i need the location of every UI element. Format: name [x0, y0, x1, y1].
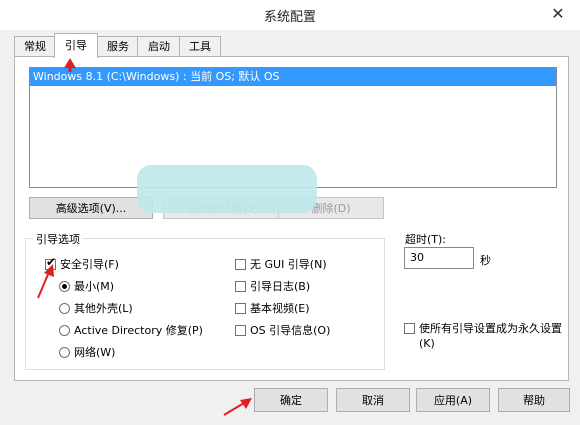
cancel-button[interactable]: 取消 — [336, 388, 410, 412]
no-gui-boot-checkbox[interactable]: 无 GUI 引导(N) — [235, 256, 327, 272]
checkbox-box — [235, 280, 246, 292]
base-video-label: 基本视频(E) — [250, 302, 310, 315]
network-label: 网络(W) — [74, 346, 116, 359]
tab-startup[interactable]: 启动 — [137, 36, 181, 57]
timeout-label: 超时(T): — [405, 233, 447, 246]
tab-label: 常规 — [24, 40, 46, 53]
blur-overlay — [137, 165, 317, 213]
boot-tab-panel: Windows 8.1 (C:\Windows) : 当前 OS; 默认 OS … — [14, 56, 569, 381]
tab-tools[interactable]: 工具 — [179, 36, 221, 57]
tab-label: 服务 — [107, 40, 129, 53]
boot-log-label: 引导日志(B) — [250, 280, 311, 293]
os-boot-info-checkbox[interactable]: OS 引导信息(O) — [235, 322, 330, 338]
os-list-item[interactable]: Windows 8.1 (C:\Windows) : 当前 OS; 默认 OS — [30, 68, 556, 86]
minimal-label: 最小(M) — [74, 280, 115, 293]
timeout-unit: 秒 — [480, 254, 491, 267]
checkbox-box — [404, 323, 415, 334]
checkbox-box — [235, 258, 246, 270]
red-arrow-icon — [223, 398, 252, 416]
radio-circle — [59, 302, 70, 314]
close-icon: ✕ — [551, 4, 565, 23]
help-button[interactable]: 帮助 — [498, 388, 570, 412]
timeout-input[interactable]: 30 — [404, 247, 474, 269]
red-arrow-icon — [37, 264, 54, 299]
alternate-shell-label: 其他外壳(L) — [74, 302, 133, 315]
tab-label: 工具 — [189, 40, 211, 53]
tab-services[interactable]: 服务 — [97, 36, 139, 57]
advanced-options-button[interactable]: 高级选项(V)... — [29, 197, 153, 219]
no-gui-boot-label: 无 GUI 引导(N) — [250, 258, 327, 271]
red-arrow-icon — [64, 58, 76, 72]
title-bar: 系统配置 ✕ — [0, 0, 580, 30]
ok-button[interactable]: 确定 — [254, 388, 328, 412]
active-directory-radio[interactable]: Active Directory 修复(P) — [59, 322, 203, 338]
network-radio[interactable]: 网络(W) — [59, 344, 115, 360]
boot-log-checkbox[interactable]: 引导日志(B) — [235, 278, 310, 294]
minimal-radio[interactable]: 最小(M) — [59, 278, 114, 294]
checkbox-box — [235, 302, 246, 314]
permanent-settings-label: 使所有引导设置成为永久设置(K) — [419, 322, 562, 350]
tab-label: 引导 — [65, 39, 87, 52]
permanent-settings-checkbox[interactable]: 使所有引导设置成为永久设置(K) — [404, 321, 564, 351]
tab-boot[interactable]: 引导 — [54, 33, 98, 58]
radio-circle — [59, 280, 70, 292]
radio-circle — [59, 324, 70, 336]
safe-boot-label: 安全引导(F) — [60, 258, 119, 271]
base-video-checkbox[interactable]: 基本视频(E) — [235, 300, 310, 316]
tab-label: 启动 — [148, 40, 170, 53]
checkbox-box — [235, 324, 246, 336]
tab-general[interactable]: 常规 — [14, 36, 56, 57]
os-boot-info-label: OS 引导信息(O) — [250, 324, 331, 337]
active-directory-label: Active Directory 修复(P) — [74, 324, 203, 337]
radio-circle — [59, 346, 70, 358]
boot-options-label: 引导选项 — [33, 231, 83, 247]
alternate-shell-radio[interactable]: 其他外壳(L) — [59, 300, 133, 316]
close-button[interactable]: ✕ — [546, 3, 570, 25]
apply-button[interactable]: 应用(A) — [416, 388, 490, 412]
radio-dot-icon — [62, 283, 67, 289]
window-title: 系统配置 — [263, 10, 316, 25]
